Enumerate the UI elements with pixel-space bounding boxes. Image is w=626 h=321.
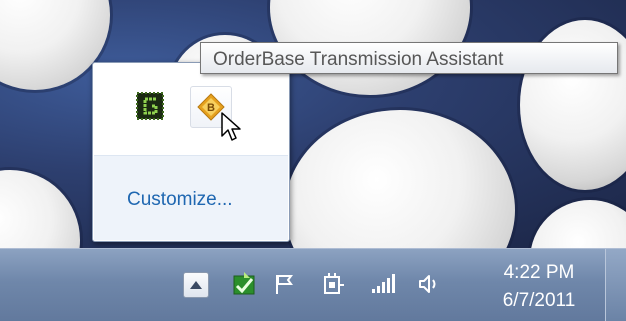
green-check-app-icon <box>233 272 255 295</box>
wallpaper-sphere <box>285 110 515 248</box>
system-clock[interactable]: 4:22 PM 6/7/2011 <box>474 259 604 315</box>
customize-link[interactable]: Customize... <box>127 189 233 211</box>
tray-icon-tooltip: OrderBase Transmission Assistant <box>200 42 618 74</box>
wallpaper-sphere <box>530 200 626 248</box>
chevron-up-icon <box>190 281 202 289</box>
volume-speaker-icon <box>419 275 436 293</box>
flag-icon <box>276 275 293 294</box>
notification-overflow-flyout: B Customize... <box>92 62 290 242</box>
clock-time: 4:22 PM <box>503 262 575 283</box>
action-center-tray-icon[interactable] <box>269 269 299 299</box>
wallpaper-sphere <box>0 170 80 248</box>
green-app-icon <box>136 92 164 120</box>
green-app-tray-icon[interactable] <box>130 86 170 126</box>
power-tray-icon[interactable] <box>318 269 348 299</box>
power-plug-icon <box>324 273 344 294</box>
green-check-app-tray-icon[interactable] <box>229 269 259 299</box>
mouse-pointer-icon <box>221 112 243 148</box>
svg-text:B: B <box>207 102 215 114</box>
clock-date: 6/7/2011 <box>502 290 576 311</box>
show-hidden-icons-button[interactable] <box>183 272 209 298</box>
show-desktop-button[interactable] <box>605 249 626 321</box>
overflow-icons-area: B <box>94 64 288 156</box>
taskbar: 4:22 PM 6/7/2011 <box>0 248 626 321</box>
network-tray-icon[interactable] <box>368 269 398 299</box>
network-signal-icon <box>372 274 395 293</box>
volume-tray-icon[interactable] <box>414 269 444 299</box>
